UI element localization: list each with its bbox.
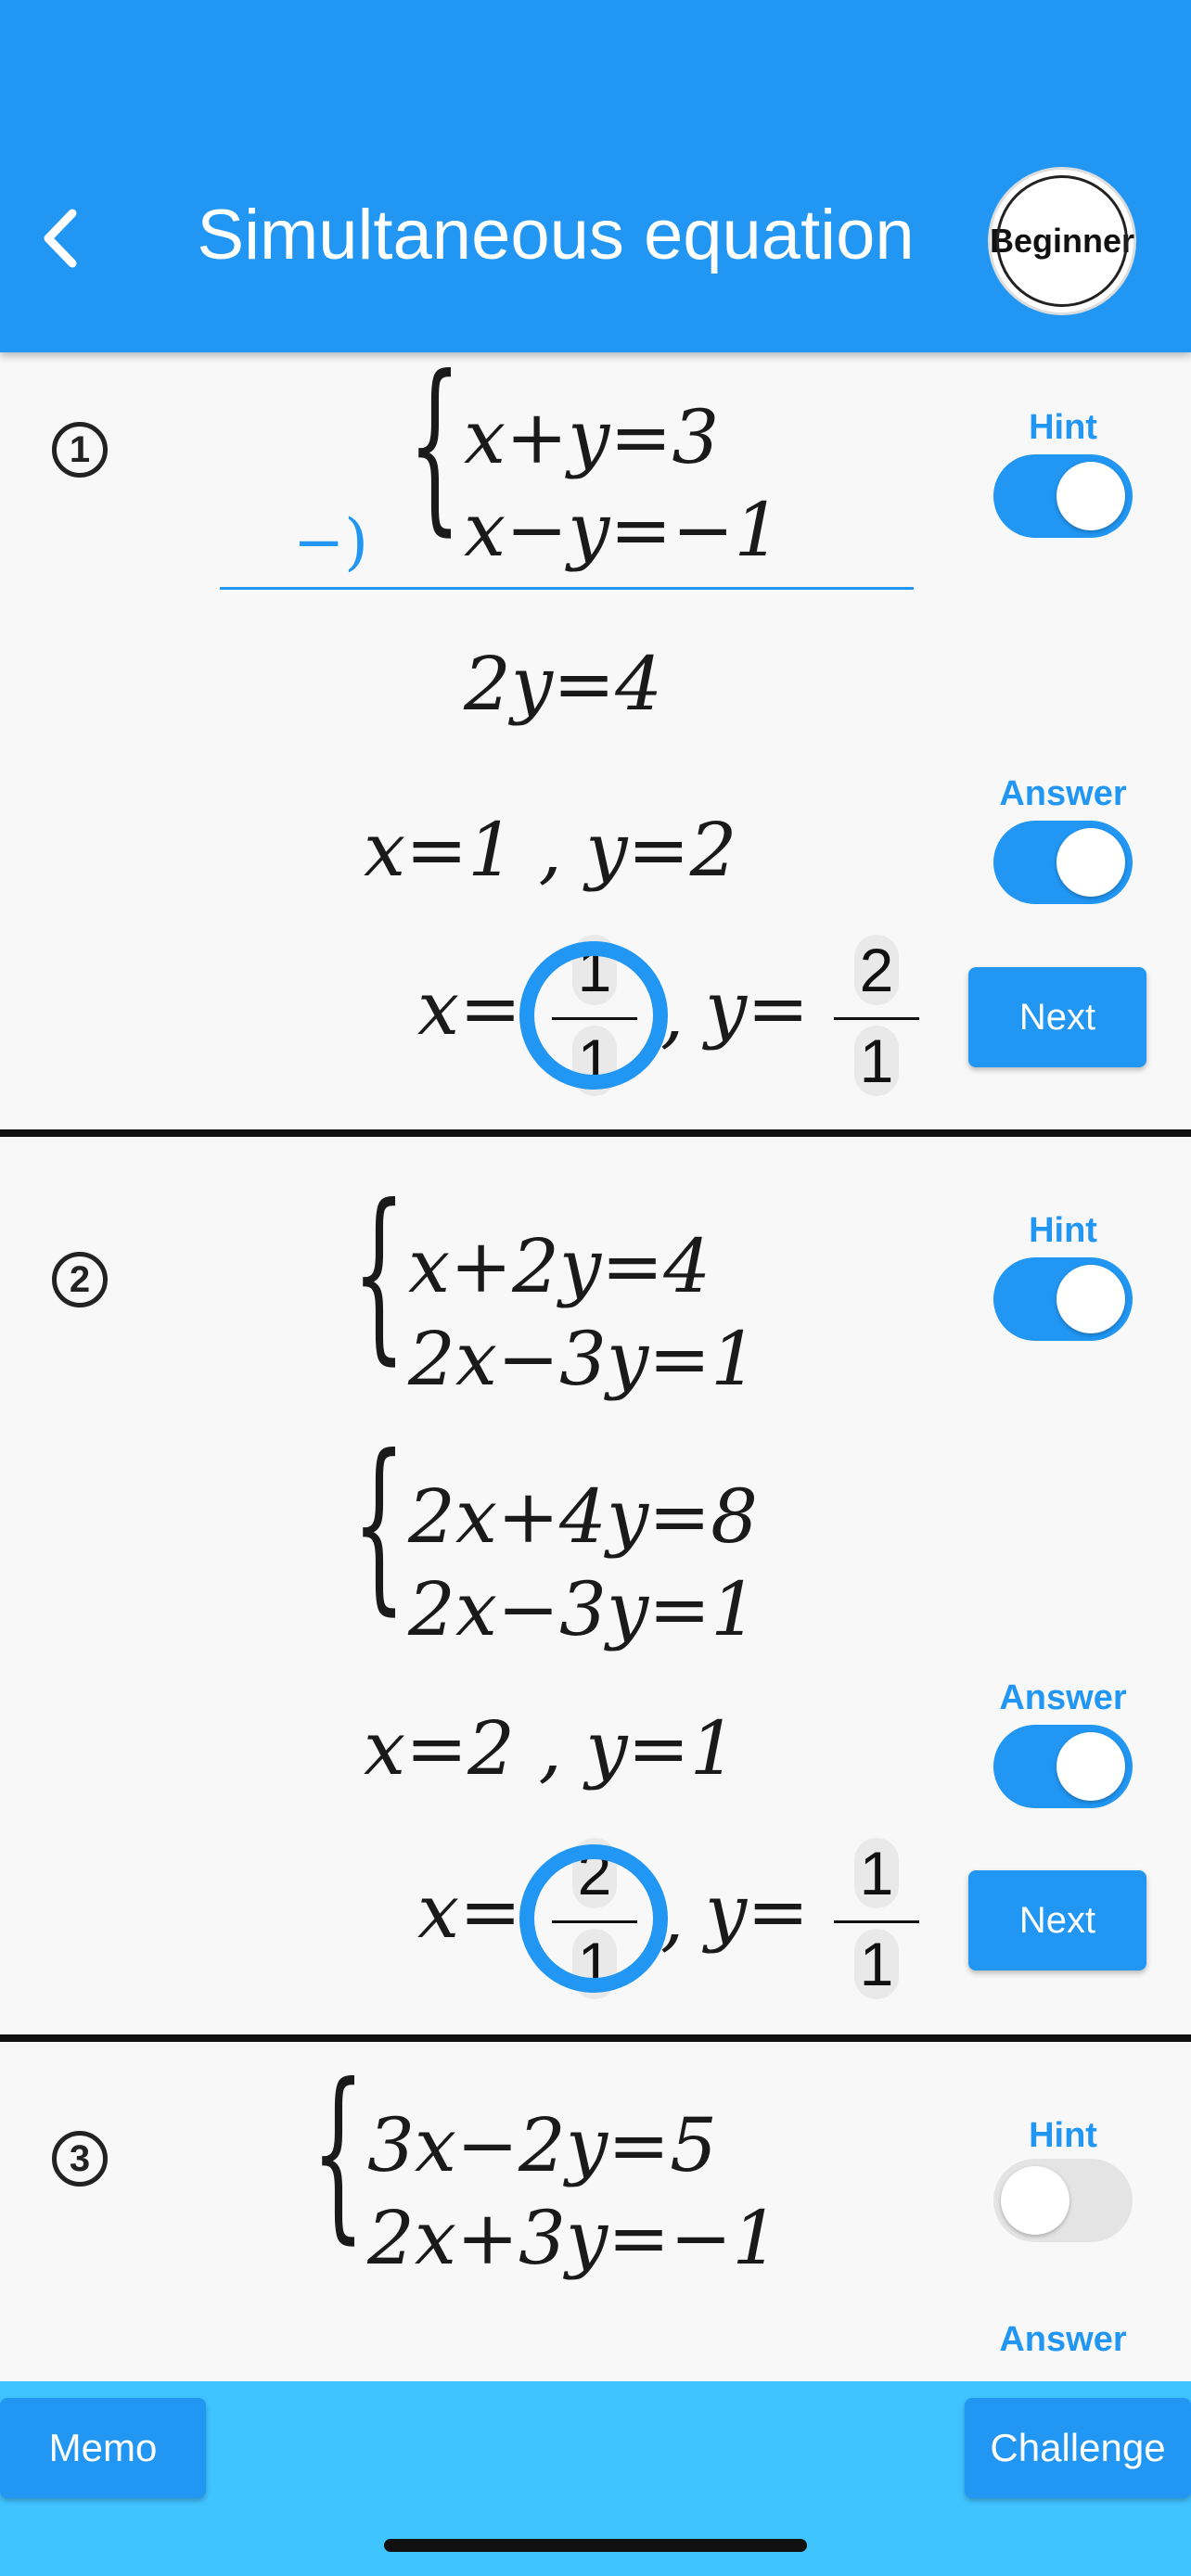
equation-1: x+y=3 bbox=[464, 394, 720, 480]
hint-equation-1: 2x+4y=8 bbox=[408, 1473, 759, 1560]
next-button[interactable]: Next bbox=[968, 967, 1146, 1067]
problem-divider bbox=[0, 2034, 1191, 2042]
next-button[interactable]: Next bbox=[968, 1870, 1146, 1970]
problem-number: 2 bbox=[52, 1252, 108, 1307]
input-x-label: x= bbox=[417, 965, 522, 1052]
system-brace: { bbox=[408, 337, 462, 553]
correct-circle-icon bbox=[519, 941, 668, 1090]
fraction-bar bbox=[834, 1017, 919, 1020]
hint-equation-2: 2x−3y=1 bbox=[408, 1566, 759, 1652]
hint-underline bbox=[220, 587, 914, 590]
input-y-label: y= bbox=[705, 965, 810, 1052]
level-badge[interactable]: Beginner bbox=[988, 167, 1136, 315]
problem-number: 3 bbox=[52, 2131, 108, 2187]
app-header: Simultaneous equation Beginner bbox=[0, 0, 1191, 352]
toggle-knob bbox=[1057, 462, 1125, 530]
equation-1: x+2y=4 bbox=[408, 1223, 711, 1309]
challenge-button[interactable]: Challenge bbox=[965, 2398, 1191, 2498]
input-y-denominator[interactable]: 1 bbox=[854, 1929, 899, 1999]
hint-toggle[interactable] bbox=[993, 2159, 1133, 2242]
toggle-knob bbox=[1001, 2166, 1069, 2235]
hint-brace: { bbox=[352, 1416, 406, 1632]
memo-button[interactable]: Memo bbox=[0, 2398, 206, 2498]
toggle-knob bbox=[1057, 1265, 1125, 1333]
answer-text: x=2 , y=1 bbox=[364, 1705, 737, 1792]
system-brace: { bbox=[312, 2045, 365, 2261]
input-y-label: y= bbox=[705, 1868, 810, 1955]
hint-result: 2y=4 bbox=[464, 641, 663, 727]
answer-toggle[interactable] bbox=[993, 821, 1133, 904]
input-y-numerator[interactable]: 1 bbox=[854, 1838, 899, 1908]
hint-label: Hint bbox=[1029, 408, 1097, 447]
input-x-label: x= bbox=[417, 1868, 522, 1955]
subtract-operator: −) bbox=[293, 506, 369, 578]
input-comma: , bbox=[660, 1874, 685, 1960]
bottom-bar: Memo Challenge bbox=[0, 2381, 1191, 2576]
problem-divider bbox=[0, 1129, 1191, 1137]
input-y-denominator[interactable]: 1 bbox=[854, 1026, 899, 1096]
equation-2: x−y=−1 bbox=[464, 487, 782, 573]
answer-label: Answer bbox=[999, 774, 1127, 813]
problem-card-2: 2 { x+2y=4 2x−3y=1 Hint { 2x+4y=8 2x−3y=… bbox=[0, 1137, 1191, 2036]
input-comma: , bbox=[660, 971, 685, 1057]
answer-toggle[interactable] bbox=[993, 1725, 1133, 1808]
problem-card-3: 3 { 3x−2y=5 2x+3y=−1 Hint Answer bbox=[0, 2042, 1191, 2381]
hint-toggle[interactable] bbox=[993, 454, 1133, 538]
hint-label: Hint bbox=[1029, 1211, 1097, 1250]
correct-circle-icon bbox=[519, 1844, 668, 1993]
home-indicator bbox=[384, 2539, 807, 2552]
equation-1: 3x−2y=5 bbox=[367, 2102, 718, 2188]
answer-label: Answer bbox=[999, 1678, 1127, 1717]
problem-card-1: 1 { x+y=3 x−y=−1 −) 2y=4 Hint x=1 , y=2 … bbox=[0, 352, 1191, 1131]
toggle-knob bbox=[1057, 828, 1125, 897]
answer-text: x=1 , y=2 bbox=[364, 807, 737, 893]
hint-toggle[interactable] bbox=[993, 1257, 1133, 1341]
answer-label: Answer bbox=[999, 2320, 1127, 2359]
problem-number: 1 bbox=[52, 422, 108, 478]
toggle-knob bbox=[1057, 1732, 1125, 1801]
fraction-bar bbox=[834, 1920, 919, 1923]
equation-2: 2x+3y=−1 bbox=[367, 2195, 780, 2281]
hint-label: Hint bbox=[1029, 2116, 1097, 2155]
equation-2: 2x−3y=1 bbox=[408, 1316, 759, 1402]
input-y-numerator[interactable]: 2 bbox=[854, 935, 899, 1005]
system-brace: { bbox=[352, 1166, 406, 1382]
